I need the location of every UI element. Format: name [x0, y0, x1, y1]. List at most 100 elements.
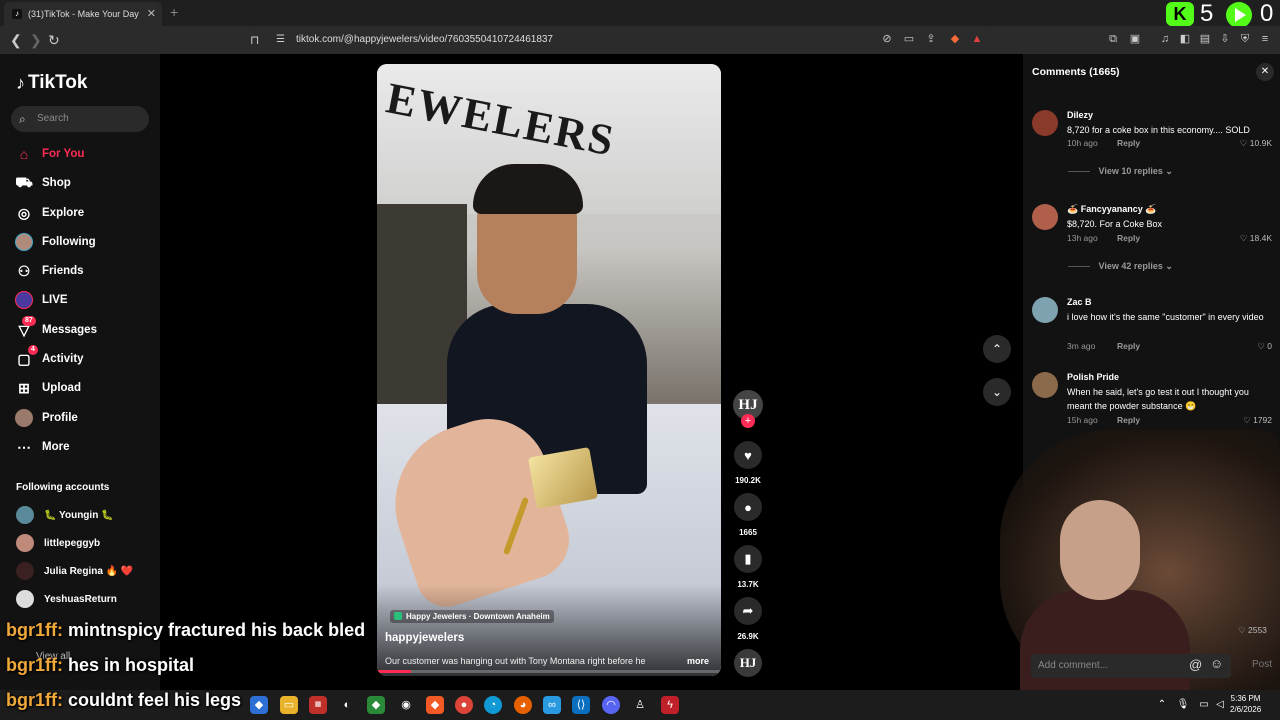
- avatar[interactable]: [1032, 204, 1058, 230]
- volume-icon[interactable]: ◁: [1211, 696, 1229, 714]
- app-icon[interactable]: ◐: [338, 696, 356, 714]
- post-comment-button[interactable]: Post: [1252, 659, 1272, 670]
- app-icon[interactable]: ▦: [309, 696, 327, 714]
- video-player[interactable]: EWELERS Happy Jewelers · Downtown Anahei…: [377, 64, 721, 676]
- comment-likes[interactable]: ♡ 0: [1257, 341, 1272, 352]
- comment-likes[interactable]: ♡ 10.9K: [1240, 138, 1272, 149]
- vscode-icon[interactable]: ⟨⟩: [572, 696, 590, 714]
- nav-shop[interactable]: ⛟ Shop: [14, 172, 71, 194]
- search-input[interactable]: ⌕ Search: [11, 106, 149, 132]
- comment-button[interactable]: ●: [734, 493, 762, 521]
- music-icon[interactable]: ♫: [1158, 32, 1172, 46]
- brave-shield-icon[interactable]: ◆: [948, 32, 962, 46]
- share-button[interactable]: ➦: [734, 597, 762, 625]
- forward-icon[interactable]: ❯: [30, 32, 42, 49]
- chat-message: bgr1ff: couldnt feel his legs: [6, 690, 241, 711]
- app-icon[interactable]: ♙: [631, 696, 649, 714]
- video-author[interactable]: happyjewelers: [385, 632, 464, 644]
- app-icon[interactable]: ◆: [250, 696, 268, 714]
- nav-for-you[interactable]: ⌂ For You: [14, 143, 85, 165]
- site-info-icon[interactable]: ☰: [276, 29, 285, 51]
- close-tab-icon[interactable]: ✕: [147, 7, 156, 20]
- wallet-icon[interactable]: ▤: [1198, 32, 1212, 46]
- reply-button[interactable]: Reply: [1117, 233, 1140, 243]
- account-item[interactable]: 🐛 Youngin 🐛: [16, 505, 114, 525]
- location-tag[interactable]: Happy Jewelers · Downtown Anaheim: [390, 610, 554, 623]
- account-item[interactable]: littlepeggyb: [16, 533, 100, 553]
- menu-icon[interactable]: ≡: [1258, 32, 1272, 46]
- app-icon[interactable]: ∞: [543, 696, 561, 714]
- nav-friends[interactable]: ⚇ Friends: [14, 260, 84, 282]
- back-icon[interactable]: ❮: [10, 32, 22, 49]
- friends-icon: ⚇: [17, 262, 31, 279]
- no-tracking-icon[interactable]: ⊘: [880, 32, 894, 46]
- view-replies-button[interactable]: View 10 replies ⌄: [1068, 166, 1173, 177]
- obs-icon[interactable]: ◉: [397, 696, 415, 714]
- system-clock[interactable]: 5:36 PM 2/6/2026: [1230, 693, 1261, 715]
- account-item[interactable]: Julia Regina 🔥 ❤️: [16, 561, 133, 581]
- follow-plus-icon[interactable]: +: [741, 414, 755, 428]
- comment-likes[interactable]: ♡ 1792: [1243, 415, 1272, 426]
- edge-icon[interactable]: ◔: [484, 696, 502, 714]
- new-tab-icon[interactable]: +: [170, 4, 178, 20]
- brave-browser-icon[interactable]: ◆: [426, 696, 444, 714]
- chrome-icon[interactable]: ●: [455, 696, 473, 714]
- comment-likes[interactable]: ♡ 2553: [1238, 625, 1267, 636]
- avatar: [16, 506, 34, 524]
- bookmark-icon[interactable]: ⊓: [250, 29, 259, 51]
- vpn-icon[interactable]: ⛨: [1238, 32, 1252, 46]
- browser-tab[interactable]: ♪ (31)TikTok - Make Your Day ✕: [4, 2, 162, 26]
- brave-rewards-icon[interactable]: ▲: [970, 32, 984, 46]
- previous-video-button[interactable]: ⌃: [983, 335, 1011, 363]
- account-item[interactable]: YeshuasReturn: [16, 589, 117, 609]
- comment-author[interactable]: 🍝 Fancyyanancy 🍝: [1067, 204, 1156, 215]
- share-icon[interactable]: ⇪: [924, 32, 938, 46]
- nav-upload[interactable]: ⊞ Upload: [14, 377, 81, 399]
- reload-icon[interactable]: ↻: [48, 32, 60, 49]
- extensions-icon[interactable]: ⧉: [1106, 32, 1120, 46]
- reply-button[interactable]: Reply: [1117, 138, 1140, 148]
- video-progress-bar[interactable]: [377, 670, 721, 673]
- nav-messages[interactable]: ▽ Messages 87: [14, 316, 97, 341]
- avatar[interactable]: [1032, 110, 1058, 136]
- sidebar-icon[interactable]: ◧: [1178, 32, 1192, 46]
- download-icon[interactable]: ⇩: [1218, 32, 1232, 46]
- like-button[interactable]: ♥: [734, 441, 762, 469]
- next-video-button[interactable]: ⌄: [983, 378, 1011, 406]
- nav-explore[interactable]: ◎ Explore: [14, 202, 84, 224]
- app-icon[interactable]: ◆: [367, 696, 385, 714]
- play-logo-icon: [1226, 2, 1252, 28]
- following-avatar-icon: [14, 232, 34, 252]
- reply-button[interactable]: Reply: [1117, 341, 1140, 351]
- firefox-icon[interactable]: ◕: [514, 696, 532, 714]
- tiktok-logo[interactable]: ♪ TikTok: [16, 72, 87, 94]
- cast-icon[interactable]: ▭: [902, 32, 916, 46]
- nav-activity[interactable]: ▢ Activity 4: [14, 345, 84, 370]
- app-icon[interactable]: ϟ: [661, 696, 679, 714]
- save-button[interactable]: ▮: [734, 545, 762, 573]
- comment-likes[interactable]: ♡ 18.4K: [1240, 233, 1272, 244]
- music-disc[interactable]: HJ: [734, 649, 762, 677]
- emoji-icon[interactable]: ☺: [1210, 656, 1223, 671]
- avatar: [16, 562, 34, 580]
- comment-author[interactable]: Zac B: [1067, 297, 1092, 307]
- reader-icon[interactable]: ▣: [1128, 32, 1142, 46]
- reply-button[interactable]: Reply: [1117, 415, 1140, 425]
- tray-chevron-icon[interactable]: ⌃: [1153, 696, 1171, 714]
- file-explorer-icon[interactable]: ▭: [280, 696, 298, 714]
- nav-live[interactable]: LIVE: [14, 289, 68, 311]
- nav-profile[interactable]: Profile: [14, 407, 78, 429]
- close-comments-button[interactable]: ✕: [1256, 63, 1274, 81]
- mention-icon[interactable]: @: [1189, 657, 1202, 672]
- chevron-down-icon: ⌄: [991, 385, 1003, 399]
- nav-following[interactable]: Following: [14, 231, 96, 253]
- comment-author[interactable]: Dilezy: [1067, 110, 1093, 120]
- caption-more-button[interactable]: more: [687, 656, 709, 666]
- avatar[interactable]: [1032, 297, 1058, 323]
- discord-icon[interactable]: ◠: [602, 696, 620, 714]
- view-replies-button[interactable]: View 42 replies ⌄: [1068, 261, 1173, 272]
- nav-more[interactable]: ⋯ More: [14, 436, 69, 458]
- comment-author[interactable]: Polish Pride: [1067, 372, 1119, 382]
- avatar[interactable]: [1032, 372, 1058, 398]
- microphone-icon[interactable]: 🎙: [1174, 696, 1192, 714]
